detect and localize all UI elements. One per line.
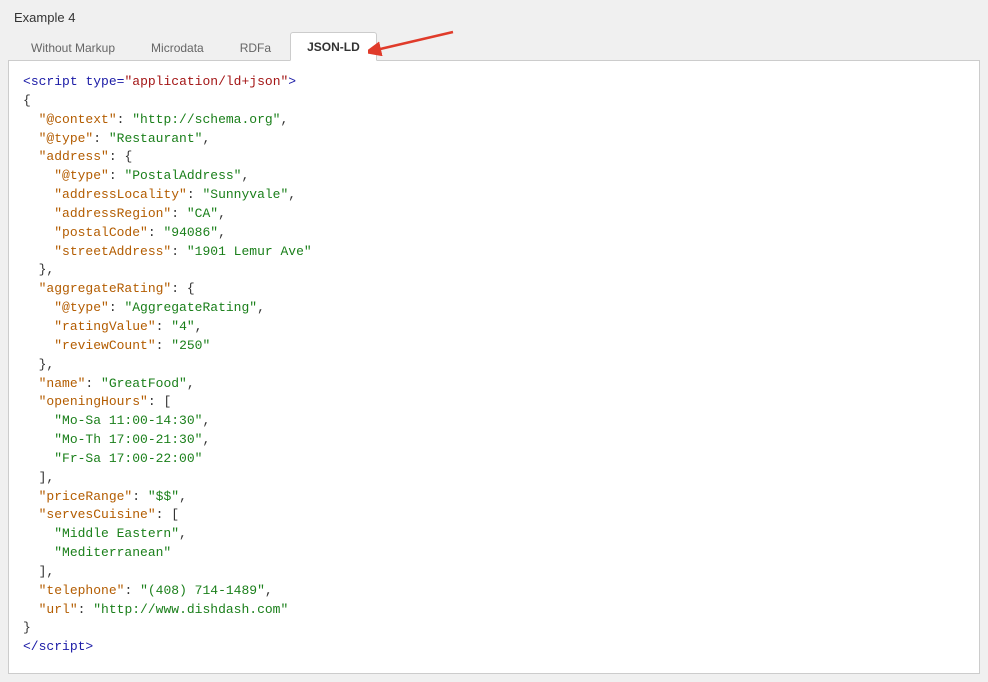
example-container: Example 4 Without Markup Microdata RDFa … — [8, 10, 980, 674]
code-panel: <script type="application/ld+json"> { "@… — [8, 61, 980, 674]
code-open-tag: <script type="application/ld+json"> — [23, 74, 296, 89]
code-close-tag: </script> — [23, 639, 93, 654]
tab-rdfa[interactable]: RDFa — [223, 33, 288, 61]
tab-without-markup[interactable]: Without Markup — [14, 33, 132, 61]
tab-json-ld[interactable]: JSON-LD — [290, 32, 377, 61]
tab-microdata[interactable]: Microdata — [134, 33, 221, 61]
tab-bar: Without Markup Microdata RDFa JSON-LD — [8, 31, 980, 61]
example-title: Example 4 — [14, 10, 980, 25]
